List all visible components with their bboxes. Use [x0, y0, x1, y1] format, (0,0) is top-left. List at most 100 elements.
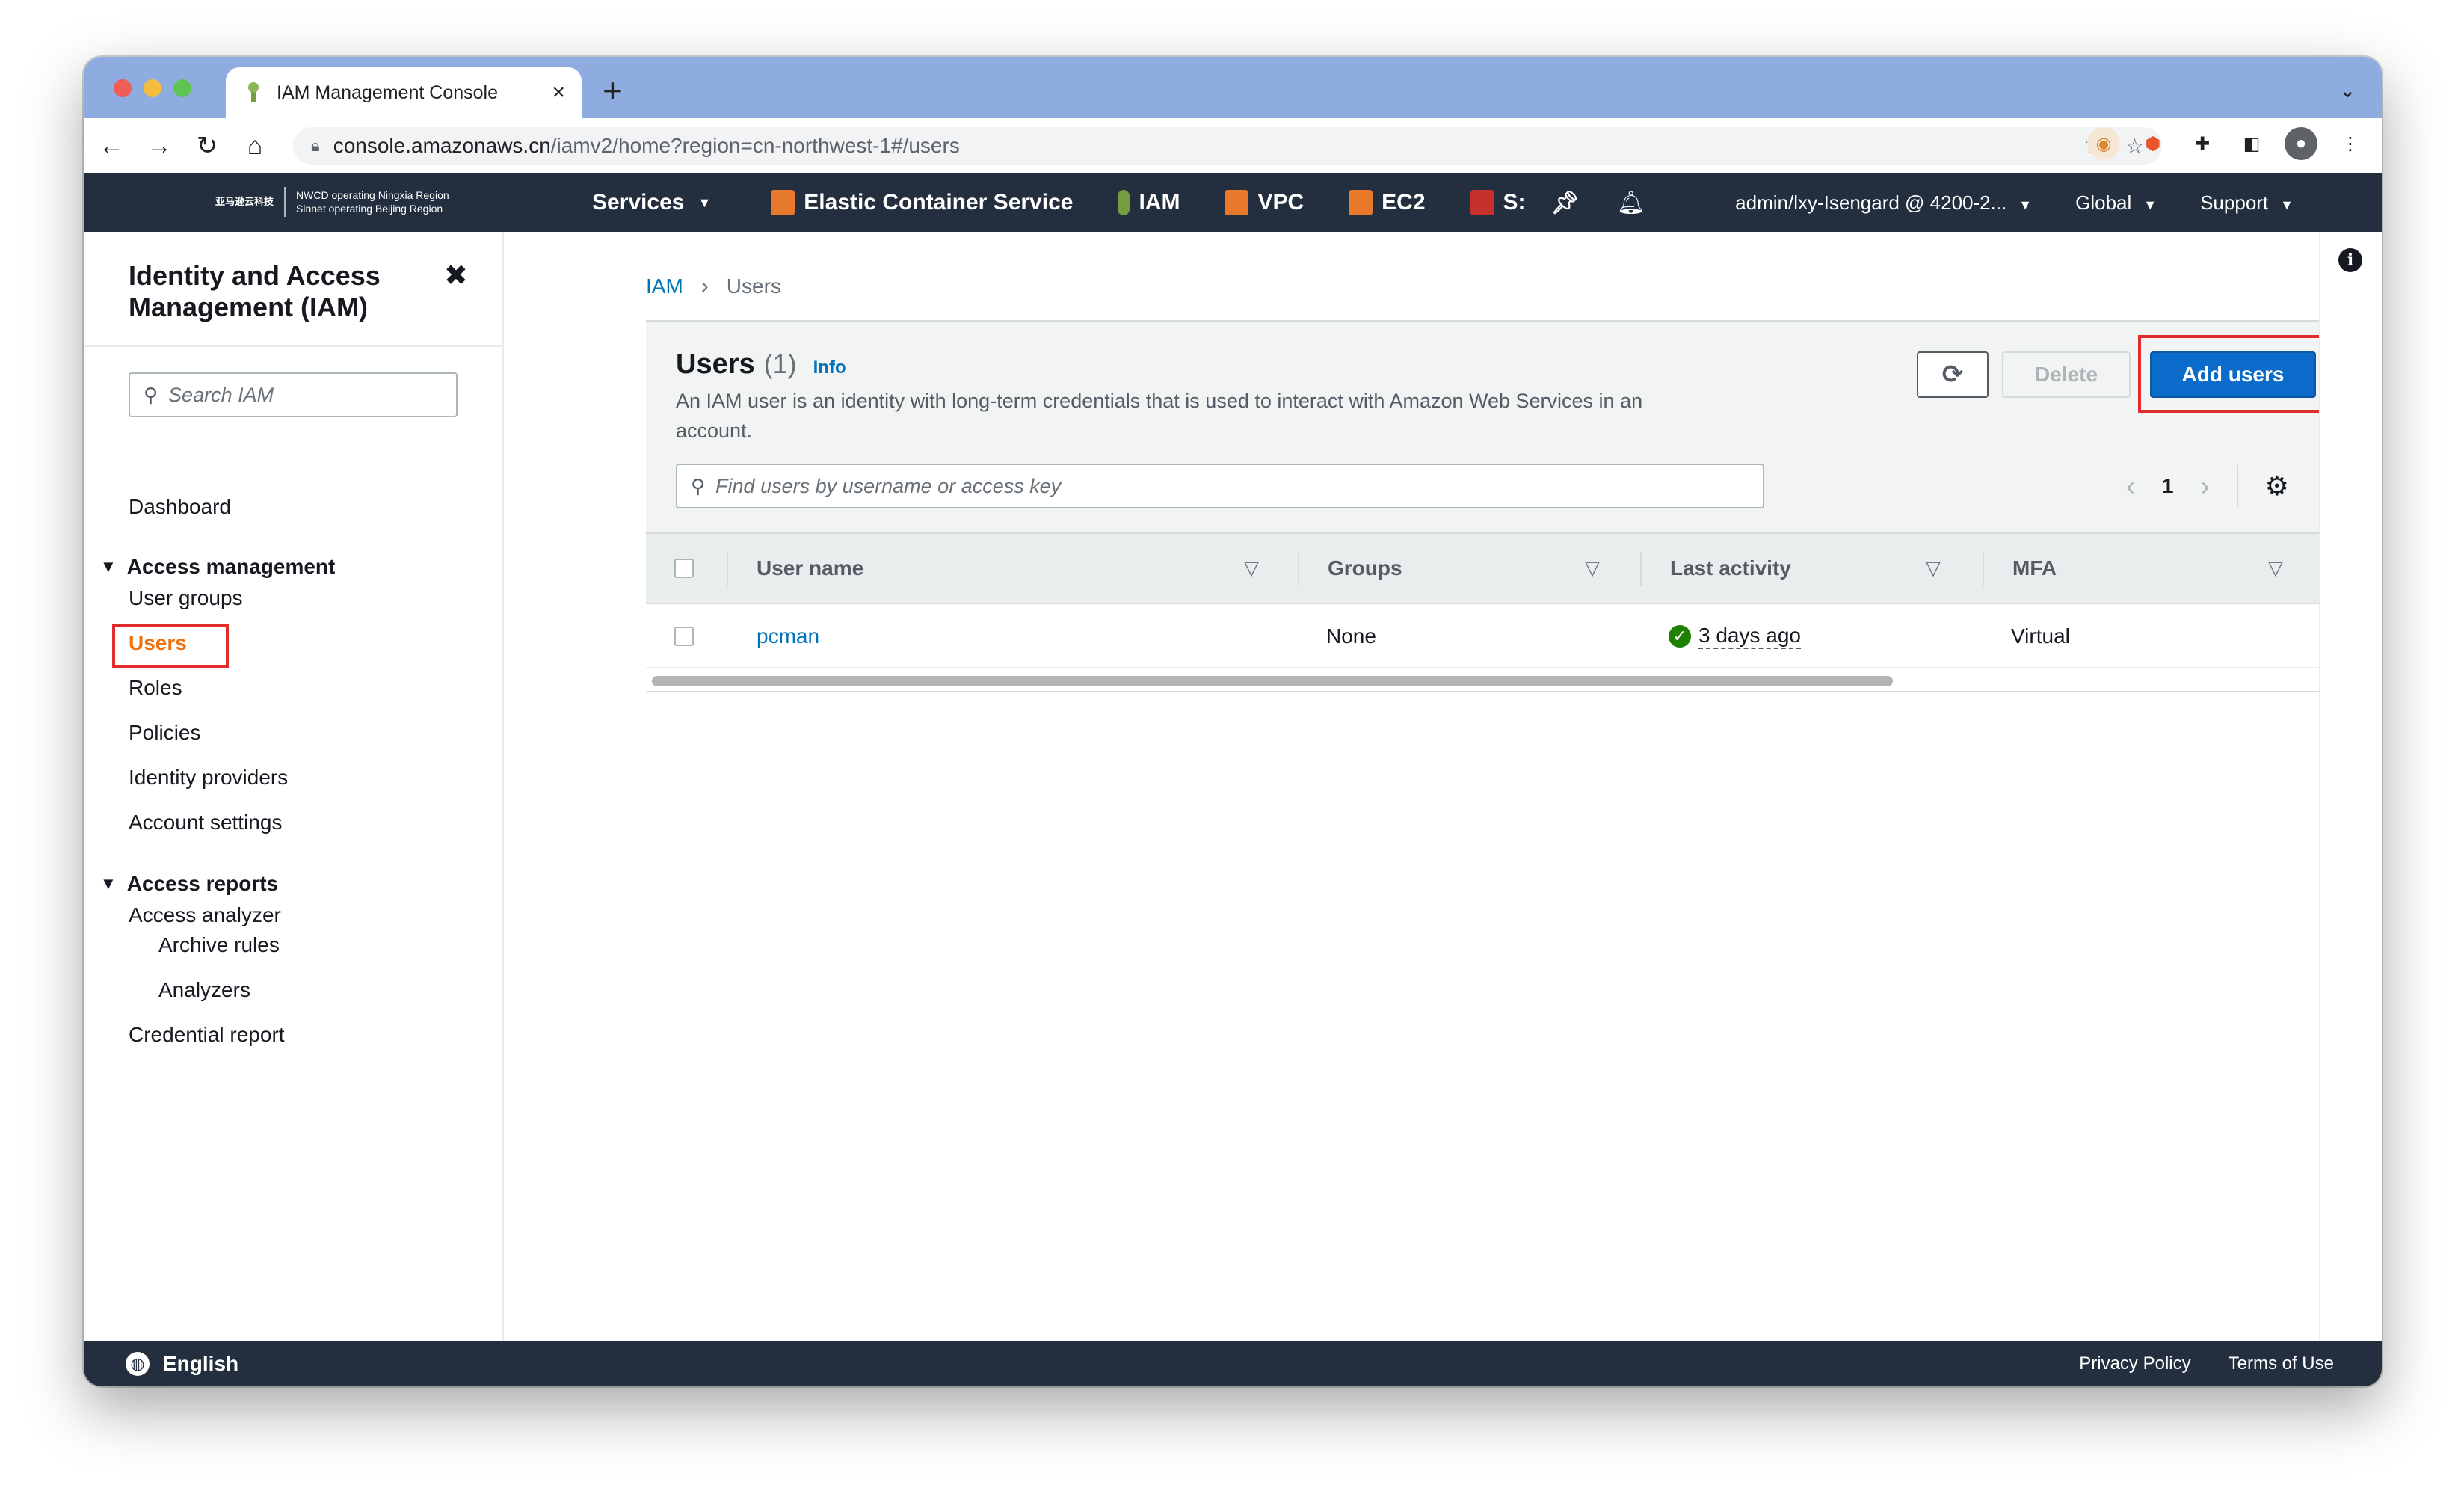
sidebar-item-dashboard[interactable]: Dashboard — [129, 495, 231, 519]
favorite-vpc-label: VPC — [1257, 190, 1305, 215]
column-header-groups[interactable]: Groups — [1328, 534, 1402, 603]
section-access-management[interactable]: ▼ Access management — [100, 555, 335, 579]
sidebar-item-user-groups[interactable]: User groups — [129, 586, 243, 610]
sort-triangle-icon[interactable]: ▽ — [1585, 556, 1600, 580]
favorite-s3-label: S: — [1503, 190, 1526, 215]
section-access-management-label: Access management — [126, 555, 336, 578]
support-menu[interactable]: Support ▼ — [2200, 191, 2294, 215]
search-iam-input[interactable] — [168, 383, 438, 407]
forward-icon[interactable]: → — [142, 129, 176, 163]
close-sidebar-icon[interactable]: ✖ — [444, 259, 468, 292]
last-activity-value[interactable]: 3 days ago — [1698, 624, 1801, 649]
favorite-ecs[interactable]: Elastic Container Service — [771, 190, 1073, 215]
s3-service-icon — [1470, 190, 1494, 215]
new-tab-button[interactable]: + — [603, 70, 623, 111]
logo-divider — [284, 187, 286, 217]
breadcrumb-iam-link[interactable]: IAM — [646, 274, 683, 298]
column-header-mfa[interactable]: MFA — [2012, 534, 2057, 603]
browser-tab[interactable]: IAM Management Console × — [226, 67, 582, 118]
previous-page-icon[interactable]: ‹ — [2126, 470, 2135, 502]
favorite-ec2-label: EC2 — [1382, 190, 1426, 215]
column-header-last-activity[interactable]: Last activity — [1670, 534, 1791, 603]
select-all-checkbox[interactable] — [674, 534, 694, 603]
caret-down-icon: ▼ — [2280, 197, 2294, 212]
minimize-window-button[interactable] — [144, 79, 161, 97]
language-selector[interactable]: ◍ English — [126, 1341, 238, 1386]
info-icon[interactable]: i — [2338, 248, 2362, 272]
lock-icon[interactable]: 🔒︎ — [311, 136, 320, 156]
extension-icon-2[interactable]: ⬢ — [2137, 127, 2169, 160]
services-label: Services — [592, 190, 685, 215]
search-icon: ⚲ — [144, 383, 158, 406]
ecs-service-icon — [771, 190, 795, 215]
sidebar-item-identity-providers[interactable]: Identity providers — [129, 766, 288, 790]
sidebar-item-credential-report[interactable]: Credential report — [129, 1023, 285, 1047]
info-link[interactable]: Info — [813, 357, 846, 378]
sidebar-item-analyzers[interactable]: Analyzers — [158, 978, 250, 1002]
privacy-policy-link[interactable]: Privacy Policy — [2079, 1353, 2190, 1374]
last-activity-cell: ✓ 3 days ago — [1669, 604, 1801, 668]
profile-avatar[interactable]: ● — [2285, 127, 2317, 160]
region-menu[interactable]: Global ▼ — [2075, 191, 2157, 215]
close-window-button[interactable] — [114, 79, 132, 97]
section-access-reports[interactable]: ▼ Access reports — [100, 872, 278, 896]
favorite-s3[interactable]: S: — [1470, 190, 1526, 215]
favorite-ecs-label: Elastic Container Service — [804, 190, 1074, 215]
terms-of-use-link[interactable]: Terms of Use — [2229, 1353, 2334, 1374]
aws-china-logo[interactable]: 亚马逊云科技 NWCD operating Ningxia Region Sin… — [215, 187, 449, 217]
row-checkbox[interactable] — [674, 604, 694, 668]
iam-favicon-icon — [242, 82, 265, 104]
favorite-vpc[interactable]: VPC — [1225, 190, 1304, 215]
sidebar-item-access-analyzer[interactable]: Access analyzer — [129, 903, 281, 927]
pin-icon[interactable]: 📌︎ — [1551, 190, 1580, 216]
home-icon[interactable]: ⌂ — [238, 129, 272, 163]
mfa-cell: Virtual — [2011, 624, 2070, 648]
puzzle-extensions-icon[interactable]: ✚ — [2186, 127, 2219, 160]
users-table-container: Users (1) Info An IAM user is an identit… — [646, 322, 2344, 701]
close-tab-icon[interactable]: × — [552, 80, 565, 105]
sidebar-item-account-settings[interactable]: Account settings — [129, 811, 282, 834]
services-menu[interactable]: Services ▼ — [592, 190, 711, 215]
extension-icon-1[interactable]: ◉ — [2087, 127, 2120, 160]
sidebar-search: ⚲ — [129, 372, 458, 417]
side-panel-icon[interactable]: ◧ — [2235, 127, 2268, 160]
highlight-box-users — [112, 624, 229, 668]
breadcrumb: IAM › Users — [646, 274, 781, 299]
horizontal-scrollbar[interactable] — [646, 668, 2344, 692]
caret-down-icon: ▼ — [2018, 197, 2033, 212]
back-icon[interactable]: ← — [94, 129, 129, 163]
maximize-window-button[interactable] — [173, 79, 191, 97]
bell-icon[interactable]: 🔔︎ — [1617, 190, 1645, 216]
column-divider — [1640, 552, 1642, 586]
refresh-button[interactable]: ⟳ — [1917, 351, 1989, 398]
browser-toolbar: ← → ↻ ⌂ 🔒︎ console.amazonaws.cn/iamv2/ho… — [84, 118, 2382, 173]
find-users-input[interactable] — [715, 474, 1748, 498]
user-name-link[interactable]: pcman — [757, 604, 819, 668]
triangle-down-icon: ▼ — [100, 557, 117, 576]
address-bar[interactable]: 🔒︎ console.amazonaws.cn/iamv2/home?regio… — [293, 127, 2162, 165]
console-footer: ◍ English Privacy Policy Terms of Use — [84, 1341, 2382, 1386]
next-page-icon[interactable]: › — [2201, 470, 2210, 502]
page-number[interactable]: 1 — [2162, 474, 2174, 498]
sort-triangle-icon[interactable]: ▽ — [1244, 556, 1259, 580]
column-header-user-name[interactable]: User name — [757, 534, 863, 603]
delete-button[interactable]: Delete — [2002, 351, 2131, 398]
gear-icon[interactable]: ⚙ — [2265, 470, 2289, 502]
table-row: pcman None ✓ 3 days ago Virtual — [646, 604, 2344, 668]
sort-triangle-icon[interactable]: ▽ — [2268, 556, 2283, 580]
tab-strip: IAM Management Console × + ⌄ — [84, 57, 2382, 118]
favorite-iam[interactable]: IAM — [1118, 190, 1180, 215]
scrollbar-thumb[interactable] — [652, 676, 1893, 686]
sidebar-item-archive-rules[interactable]: Archive rules — [158, 933, 280, 957]
logo-line-1: NWCD operating Ningxia Region — [296, 188, 449, 201]
tab-search-chevron-icon[interactable]: ⌄ — [2339, 78, 2356, 102]
sidebar-item-roles[interactable]: Roles — [129, 676, 182, 700]
sort-triangle-icon[interactable]: ▽ — [1926, 556, 1941, 580]
browser-window: IAM Management Console × + ⌄ ← → ↻ ⌂ 🔒︎ … — [84, 57, 2382, 1386]
favorite-ec2[interactable]: EC2 — [1349, 190, 1426, 215]
reload-icon[interactable]: ↻ — [190, 129, 224, 163]
sidebar-item-policies[interactable]: Policies — [129, 721, 200, 745]
browser-menu-icon[interactable]: ⋮ — [2334, 127, 2367, 160]
account-menu[interactable]: admin/lxy-Isengard @ 4200-2... ▼ — [1735, 191, 2032, 215]
iam-sidebar: Identity and Access Management (IAM) ✖ ⚲… — [84, 232, 504, 1341]
